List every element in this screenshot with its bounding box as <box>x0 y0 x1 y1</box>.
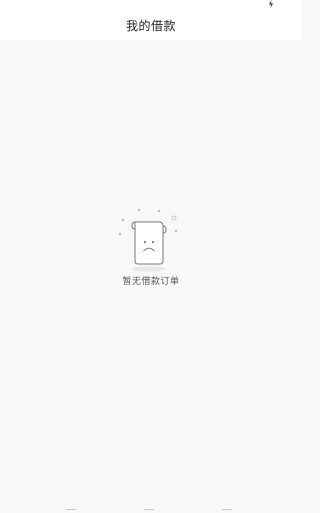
bottom-tab-bar <box>0 505 302 513</box>
tab-icon[interactable] <box>222 509 232 513</box>
empty-state: 暂无借款订单 <box>0 208 302 288</box>
sad-receipt-icon <box>118 208 178 272</box>
status-bar <box>0 0 302 10</box>
navigation-bar: 我的借款 <box>0 10 302 40</box>
empty-message: 暂无借款订单 <box>122 277 180 287</box>
lightning-icon <box>269 0 273 8</box>
page-title: 我的借款 <box>125 18 176 33</box>
tab-icon[interactable] <box>66 509 76 513</box>
tab-icon[interactable] <box>144 509 154 513</box>
screen: 我的借款 暂无借款订单 <box>0 0 302 513</box>
